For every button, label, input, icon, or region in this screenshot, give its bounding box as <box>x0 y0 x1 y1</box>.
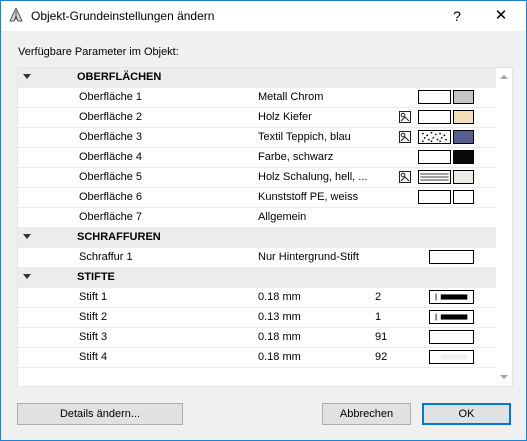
parameter-value: 0.18 mm <box>258 351 301 363</box>
texture-map-icon <box>399 171 411 183</box>
parameter-value: Metall Chrom <box>258 91 324 103</box>
parameter-name: Oberfläche 5 <box>79 171 142 183</box>
group-row-pens[interactable]: STIFTE <box>18 268 496 288</box>
parameter-name: Stift 1 <box>79 291 108 303</box>
parameter-value: Holz Kiefer <box>258 111 312 123</box>
texture-map-icon <box>399 131 411 143</box>
pen-row[interactable]: Stift 1 0.18 mm 2 <box>18 288 496 308</box>
hatch-row[interactable]: Schraffur 1 Nur Hintergrund-Stift <box>18 248 496 268</box>
surface-preview-swatch[interactable] <box>418 150 451 164</box>
parameter-value: 0.18 mm <box>258 291 301 303</box>
parameter-name: Oberfläche 6 <box>79 191 142 203</box>
ok-button[interactable]: OK <box>422 403 511 425</box>
parameter-name: Oberfläche 3 <box>79 131 142 143</box>
surface-row[interactable]: Oberfläche 4 Farbe, schwarz <box>18 148 496 168</box>
pen-preview-swatch[interactable] <box>429 310 474 324</box>
vertical-scrollbar[interactable] <box>496 68 512 386</box>
parameter-value: Holz Schalung, hell, ... <box>258 171 368 183</box>
pen-number: 1 <box>375 311 382 323</box>
parameter-list-label: Verfügbare Parameter im Objekt: <box>18 46 179 58</box>
group-row-surfaces[interactable]: OBERFLÄCHEN <box>18 68 496 88</box>
surface-color-swatch[interactable] <box>453 190 474 204</box>
collapse-toggle-icon[interactable] <box>23 274 31 279</box>
pen-number: 2 <box>375 291 382 303</box>
scroll-up-arrow-icon[interactable] <box>500 75 508 79</box>
pen-row[interactable]: Stift 3 0.18 mm 91 <box>18 328 496 348</box>
parameter-list[interactable]: OBERFLÄCHEN Oberfläche 1 Metall Chrom Ob… <box>17 67 513 387</box>
collapse-toggle-icon[interactable] <box>23 74 31 79</box>
parameter-name: Stift 4 <box>79 351 108 363</box>
surface-color-swatch[interactable] <box>453 130 474 144</box>
parameter-name: Stift 2 <box>79 311 108 323</box>
parameter-name: Oberfläche 4 <box>79 151 142 163</box>
cancel-button[interactable]: Abbrechen <box>322 403 411 425</box>
title-bar[interactable]: Objekt-Grundeinstellungen ändern ? ✕ <box>1 1 526 31</box>
surface-row[interactable]: Oberfläche 5 Holz Schalung, hell, ... <box>18 168 496 188</box>
surface-row[interactable]: Oberfläche 6 Kunststoff PE, weiss <box>18 188 496 208</box>
parameter-name: Oberfläche 1 <box>79 91 142 103</box>
surface-color-swatch[interactable] <box>453 150 474 164</box>
pen-row[interactable]: Stift 2 0.13 mm 1 <box>18 308 496 328</box>
parameter-value: Kunststoff PE, weiss <box>258 191 359 203</box>
surface-color-swatch[interactable] <box>453 170 474 184</box>
texture-map-icon <box>399 111 411 123</box>
planking-texture-swatch[interactable] <box>418 170 451 184</box>
group-label-hatches: SCHRAFFUREN <box>77 231 161 243</box>
surface-preview-swatch[interactable] <box>418 190 451 204</box>
window-title: Objekt-Grundeinstellungen ändern <box>31 9 215 23</box>
dialog-window: Objekt-Grundeinstellungen ändern ? ✕ Ver… <box>0 0 527 441</box>
archicad-app-icon <box>9 8 23 22</box>
surface-row[interactable]: Oberfläche 2 Holz Kiefer <box>18 108 496 128</box>
pen-preview-swatch[interactable] <box>429 330 474 344</box>
parameter-value: 0.13 mm <box>258 311 301 323</box>
parameter-value: Textil Teppich, blau <box>258 131 351 143</box>
pen-preview-swatch[interactable] <box>429 290 474 304</box>
surface-row[interactable]: Oberfläche 7 Allgemein <box>18 208 496 228</box>
help-button[interactable]: ? <box>445 6 469 26</box>
edit-details-button[interactable]: Details ändern... <box>17 403 183 425</box>
pen-number: 91 <box>375 331 388 343</box>
surface-preview-swatch[interactable] <box>418 90 451 104</box>
parameter-name: Stift 3 <box>79 331 108 343</box>
surface-row[interactable]: Oberfläche 1 Metall Chrom <box>18 88 496 108</box>
surface-color-swatch[interactable] <box>453 90 474 104</box>
surface-color-swatch[interactable] <box>453 110 474 124</box>
carpet-texture-swatch[interactable] <box>418 130 451 144</box>
group-label-surfaces: OBERFLÄCHEN <box>77 71 162 83</box>
hatch-preview-swatch[interactable] <box>429 250 474 264</box>
parameter-name: Oberfläche 2 <box>79 111 142 123</box>
group-label-pens: STIFTE <box>77 271 115 283</box>
pen-preview-swatch[interactable] <box>429 350 474 364</box>
close-button[interactable]: ✕ <box>489 6 513 26</box>
group-row-hatches[interactable]: SCHRAFFUREN <box>18 228 496 248</box>
pen-row[interactable]: Stift 4 0.18 mm 92 <box>18 348 496 368</box>
parameter-value: Farbe, schwarz <box>258 151 334 163</box>
parameter-name: Schraffur 1 <box>79 251 133 263</box>
surface-row[interactable]: Oberfläche 3 Textil Teppich, blau <box>18 128 496 148</box>
scroll-down-arrow-icon[interactable] <box>500 375 508 379</box>
parameter-value: 0.18 mm <box>258 331 301 343</box>
collapse-toggle-icon[interactable] <box>23 234 31 239</box>
parameter-value: Allgemein <box>258 211 307 223</box>
parameter-value: Nur Hintergrund-Stift <box>258 251 359 263</box>
parameter-name: Oberfläche 7 <box>79 211 142 223</box>
pen-number: 92 <box>375 351 388 363</box>
surface-preview-swatch[interactable] <box>418 110 451 124</box>
